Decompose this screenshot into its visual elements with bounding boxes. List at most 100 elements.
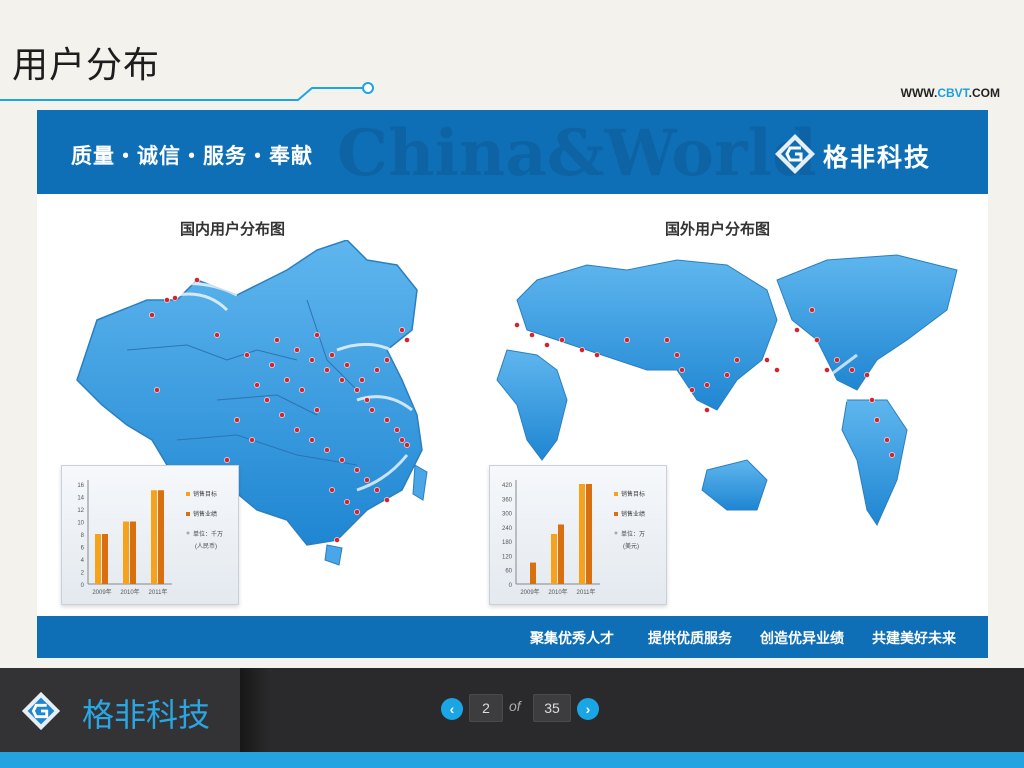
user-marker bbox=[559, 337, 565, 343]
header-banner: China&World 质量・诚信・服务・奉献 格非科技 bbox=[37, 110, 988, 194]
y-tick-label: 6 bbox=[81, 546, 85, 552]
user-marker bbox=[294, 347, 300, 353]
unit-label: 单位：千万 bbox=[193, 530, 223, 538]
user-marker bbox=[314, 407, 320, 413]
y-tick-label: 120 bbox=[502, 554, 513, 560]
user-marker bbox=[329, 352, 335, 358]
user-marker bbox=[849, 367, 855, 373]
slide-content: China&World 质量・诚信・服务・奉献 格非科技 国内用户分布图 国外用… bbox=[37, 110, 988, 658]
user-marker bbox=[284, 377, 290, 383]
user-marker bbox=[334, 537, 340, 543]
user-marker bbox=[339, 457, 345, 463]
user-marker bbox=[374, 487, 380, 493]
user-marker bbox=[664, 337, 670, 343]
user-marker bbox=[724, 372, 730, 378]
user-marker bbox=[354, 467, 360, 473]
x-tick-label: 2009年 bbox=[92, 588, 111, 596]
unit-label: 单位：万 bbox=[621, 530, 645, 538]
toolbar-logo-area: 格非科技 bbox=[0, 668, 270, 752]
toolbar-brand-name: 格非科技 bbox=[82, 696, 211, 734]
user-marker bbox=[279, 412, 285, 418]
user-marker bbox=[294, 427, 300, 433]
user-marker bbox=[214, 332, 220, 338]
next-page-button[interactable]: › bbox=[577, 698, 599, 720]
x-tick-label: 2010年 bbox=[120, 588, 139, 596]
user-marker bbox=[624, 337, 630, 343]
user-marker bbox=[224, 457, 230, 463]
user-marker bbox=[364, 477, 370, 483]
user-marker bbox=[149, 312, 155, 318]
chevron-left-icon: ‹ bbox=[449, 701, 455, 717]
user-marker bbox=[394, 427, 400, 433]
x-tick-label: 2009年 bbox=[520, 588, 539, 596]
bottom-accent-strip bbox=[0, 752, 1024, 768]
banner-brand-name: 格非科技 bbox=[823, 143, 932, 172]
user-marker bbox=[689, 387, 695, 393]
legend-swatch bbox=[186, 512, 190, 516]
footer-item-talent: 聚集优秀人才 bbox=[530, 631, 614, 647]
user-marker bbox=[734, 357, 740, 363]
y-tick-label: 240 bbox=[502, 526, 513, 532]
y-tick-label: 0 bbox=[81, 583, 85, 589]
user-marker bbox=[324, 367, 330, 373]
user-marker bbox=[164, 297, 170, 303]
user-marker bbox=[344, 499, 350, 505]
x-tick-label: 2011年 bbox=[149, 588, 168, 596]
user-marker bbox=[249, 437, 255, 443]
user-marker bbox=[514, 322, 520, 328]
user-marker bbox=[234, 417, 240, 423]
footer-banner: 聚集优秀人才 提供优质服务 创造优异业绩 共建美好未来 bbox=[37, 616, 988, 658]
user-marker bbox=[329, 487, 335, 493]
website-accent: CBVT bbox=[937, 86, 969, 100]
legend-label: 销售业绩 bbox=[193, 510, 217, 518]
legend-label: 销售业绩 bbox=[621, 510, 645, 518]
bar bbox=[530, 562, 536, 584]
bar bbox=[579, 484, 585, 584]
presentation-toolbar: 格非科技 ‹ 2 of 35 › bbox=[0, 668, 1024, 752]
y-tick-label: 2 bbox=[81, 571, 85, 577]
user-marker bbox=[674, 352, 680, 358]
legend-swatch bbox=[614, 512, 618, 516]
user-marker bbox=[404, 337, 410, 343]
user-marker bbox=[274, 337, 280, 343]
current-page-field[interactable]: 2 bbox=[469, 694, 503, 722]
user-marker bbox=[354, 387, 360, 393]
y-tick-label: 10 bbox=[77, 521, 84, 527]
bar bbox=[558, 524, 564, 584]
y-tick-label: 0 bbox=[509, 583, 513, 589]
bar bbox=[151, 490, 157, 584]
banner-watermark: China&World bbox=[337, 116, 817, 191]
website-url[interactable]: WWW.CBVT.COM bbox=[901, 86, 1000, 100]
y-tick-label: 12 bbox=[77, 508, 84, 514]
user-marker bbox=[269, 362, 275, 368]
bar bbox=[551, 534, 557, 584]
domestic-sales-chart: 0 2 4 6 8 10 12 14 16 2009年 2010年 2011年 销售目标 销售业绩 单位：千… bbox=[61, 465, 239, 605]
user-marker bbox=[299, 387, 305, 393]
user-marker bbox=[399, 437, 405, 443]
user-marker bbox=[529, 332, 535, 338]
user-marker bbox=[374, 367, 380, 373]
user-marker bbox=[884, 437, 890, 443]
legend-swatch bbox=[614, 492, 618, 496]
user-marker bbox=[344, 362, 350, 368]
user-marker bbox=[704, 407, 710, 413]
user-marker bbox=[399, 327, 405, 333]
user-marker bbox=[834, 357, 840, 363]
user-marker bbox=[594, 352, 600, 358]
y-tick-label: 14 bbox=[77, 496, 84, 502]
legend-bullet bbox=[614, 531, 618, 535]
y-tick-label: 16 bbox=[77, 483, 84, 489]
y-tick-label: 360 bbox=[502, 497, 513, 503]
user-marker bbox=[339, 377, 345, 383]
legend-swatch bbox=[186, 492, 190, 496]
footer-item-future: 共建美好未来 bbox=[872, 631, 956, 647]
user-marker bbox=[254, 382, 260, 388]
website-suffix: .COM bbox=[968, 86, 1000, 100]
user-marker bbox=[264, 397, 270, 403]
user-marker bbox=[384, 497, 390, 503]
prev-page-button[interactable]: ‹ bbox=[441, 698, 463, 720]
brand-logo-icon bbox=[775, 134, 815, 174]
user-marker bbox=[172, 295, 178, 301]
bar bbox=[102, 534, 108, 584]
brand-logo-icon bbox=[21, 691, 61, 731]
